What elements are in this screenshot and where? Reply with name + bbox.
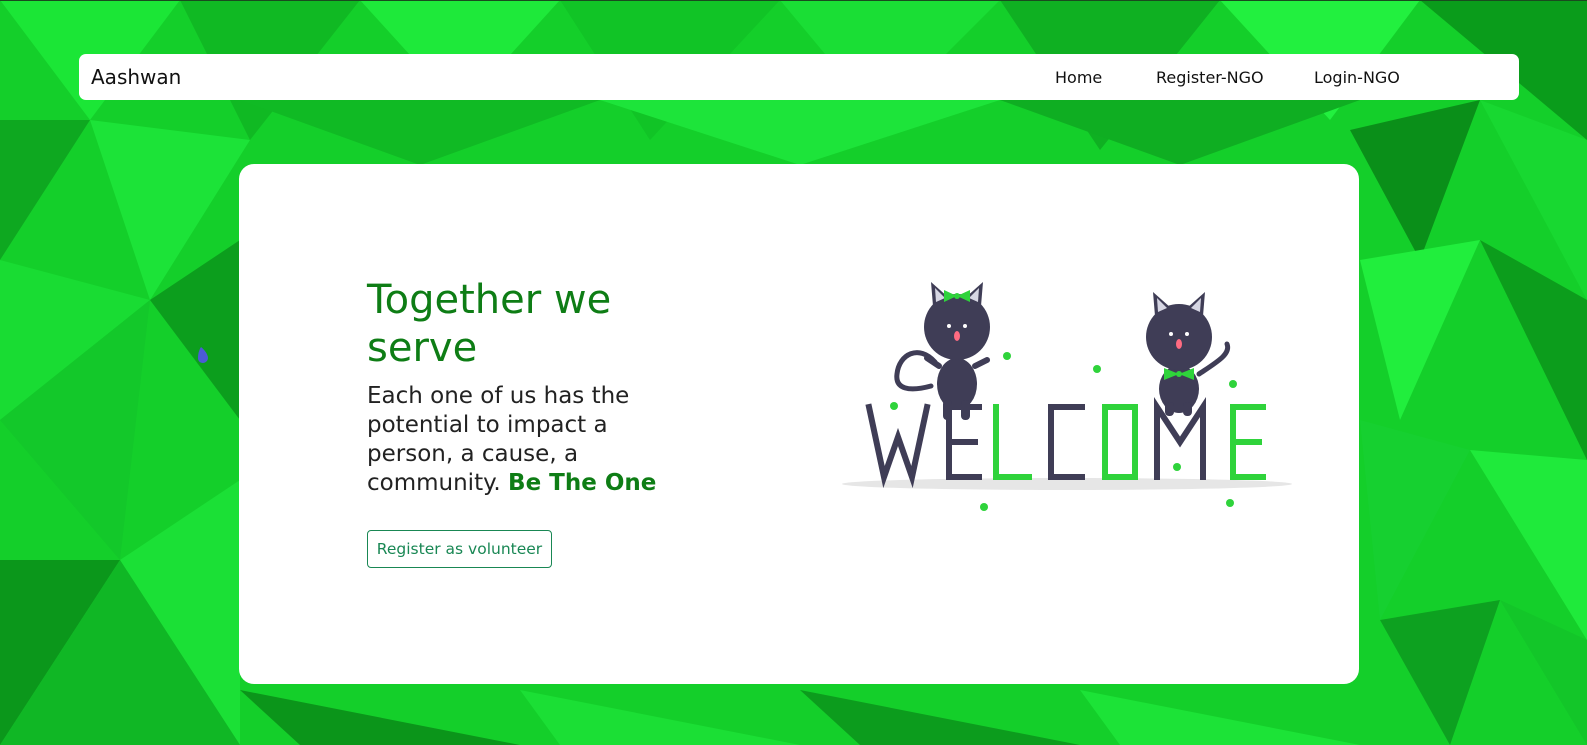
brand-link[interactable]: Aashwan bbox=[91, 65, 181, 89]
nav-link-home[interactable]: Home bbox=[1055, 68, 1102, 88]
letter-e2 bbox=[1230, 404, 1266, 480]
letter-c bbox=[1048, 404, 1085, 480]
letter-w bbox=[865, 403, 931, 489]
hero-card: Together we serve Each one of us has the… bbox=[239, 164, 1359, 684]
welcome-letters bbox=[865, 396, 1266, 489]
navbar: Aashwan Home Register-NGO Login-NGO bbox=[79, 54, 1519, 100]
mouse-cursor-icon bbox=[198, 347, 208, 363]
cat-left-icon bbox=[894, 282, 990, 420]
hero-lead-emphasis: Be The One bbox=[508, 470, 657, 496]
window-top-border bbox=[0, 0, 1587, 1]
letter-o bbox=[1102, 404, 1138, 480]
nav-link-login-ngo[interactable]: Login-NGO bbox=[1314, 68, 1400, 88]
register-volunteer-button[interactable]: Register as volunteer bbox=[367, 530, 552, 568]
cat-right-icon bbox=[1146, 292, 1231, 416]
nav-link-register-ngo[interactable]: Register-NGO bbox=[1156, 68, 1264, 88]
hero-lead: Each one of us has the potential to impa… bbox=[367, 382, 667, 498]
letter-l bbox=[993, 404, 1032, 480]
hero-headline: Together we serve bbox=[367, 277, 612, 371]
welcome-illustration bbox=[842, 282, 1292, 511]
